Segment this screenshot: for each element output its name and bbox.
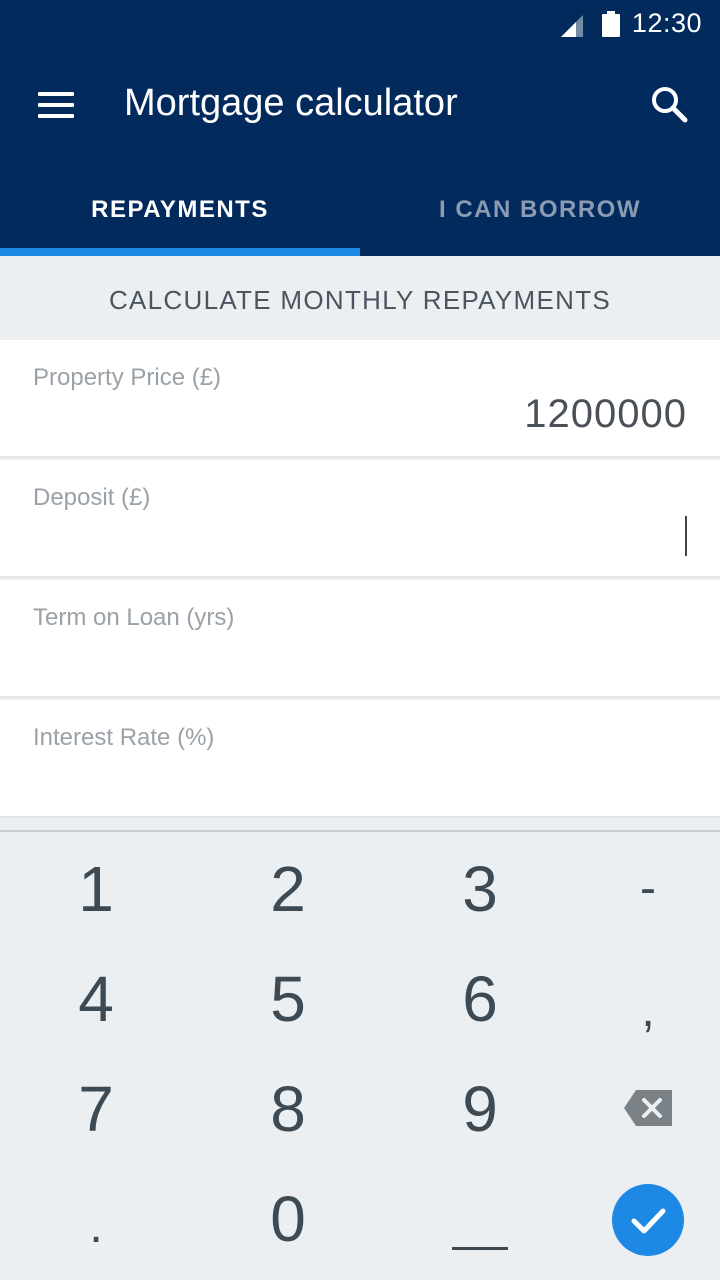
term-on-loan-field[interactable]: Term on Loan (yrs) bbox=[0, 580, 720, 698]
key-4[interactable]: 4 bbox=[6, 944, 186, 1054]
status-time: 12:30 bbox=[631, 8, 702, 38]
battery-icon bbox=[602, 11, 620, 37]
key-7[interactable]: 7 bbox=[6, 1054, 186, 1164]
page-title: Mortgage calculator bbox=[124, 82, 458, 124]
status-bar: 12:30 bbox=[0, 0, 720, 48]
menu-icon[interactable] bbox=[38, 92, 74, 118]
key-3[interactable]: 3 bbox=[390, 834, 570, 944]
tab-i-can-borrow[interactable]: I CAN BORROW bbox=[360, 184, 720, 256]
key-6[interactable]: 6 bbox=[390, 944, 570, 1054]
search-icon[interactable] bbox=[650, 85, 688, 123]
property-price-field[interactable]: Property Price (£) 1200000 bbox=[0, 340, 720, 458]
key-comma[interactable]: , bbox=[558, 956, 720, 1066]
backspace-icon[interactable] bbox=[624, 1090, 672, 1126]
field-label: Interest Rate (%) bbox=[33, 724, 215, 751]
check-icon bbox=[631, 1208, 666, 1234]
key-8[interactable]: 8 bbox=[198, 1054, 378, 1164]
interest-rate-field[interactable]: Interest Rate (%) bbox=[0, 700, 720, 818]
section-header: CALCULATE MONTHLY REPAYMENTS bbox=[0, 256, 720, 340]
tab-repayments[interactable]: REPAYMENTS bbox=[0, 184, 360, 256]
key-0[interactable]: 0 bbox=[198, 1164, 378, 1274]
tab-indicator bbox=[0, 248, 360, 256]
key-5[interactable]: 5 bbox=[198, 944, 378, 1054]
field-label: Property Price (£) bbox=[33, 364, 222, 391]
key-underscore[interactable] bbox=[452, 1247, 508, 1250]
signal-icon bbox=[561, 15, 583, 37]
field-label: Term on Loan (yrs) bbox=[33, 604, 235, 631]
numeric-keyboard: 1 2 3 - 4 5 6 , 7 8 9 . 0 bbox=[0, 830, 720, 1280]
key-minus[interactable]: - bbox=[558, 834, 720, 944]
property-price-value[interactable]: 1200000 bbox=[524, 392, 687, 437]
app-bar: 12:30 Mortgage calculator REPAYMENTS I C… bbox=[0, 0, 720, 256]
key-dot[interactable]: . bbox=[6, 1172, 186, 1280]
text-cursor bbox=[685, 516, 687, 556]
key-9[interactable]: 9 bbox=[390, 1054, 570, 1164]
key-1[interactable]: 1 bbox=[6, 834, 186, 944]
done-button[interactable] bbox=[612, 1184, 684, 1256]
deposit-field[interactable]: Deposit (£) bbox=[0, 460, 720, 578]
field-label: Deposit (£) bbox=[33, 484, 151, 511]
key-2[interactable]: 2 bbox=[198, 834, 378, 944]
